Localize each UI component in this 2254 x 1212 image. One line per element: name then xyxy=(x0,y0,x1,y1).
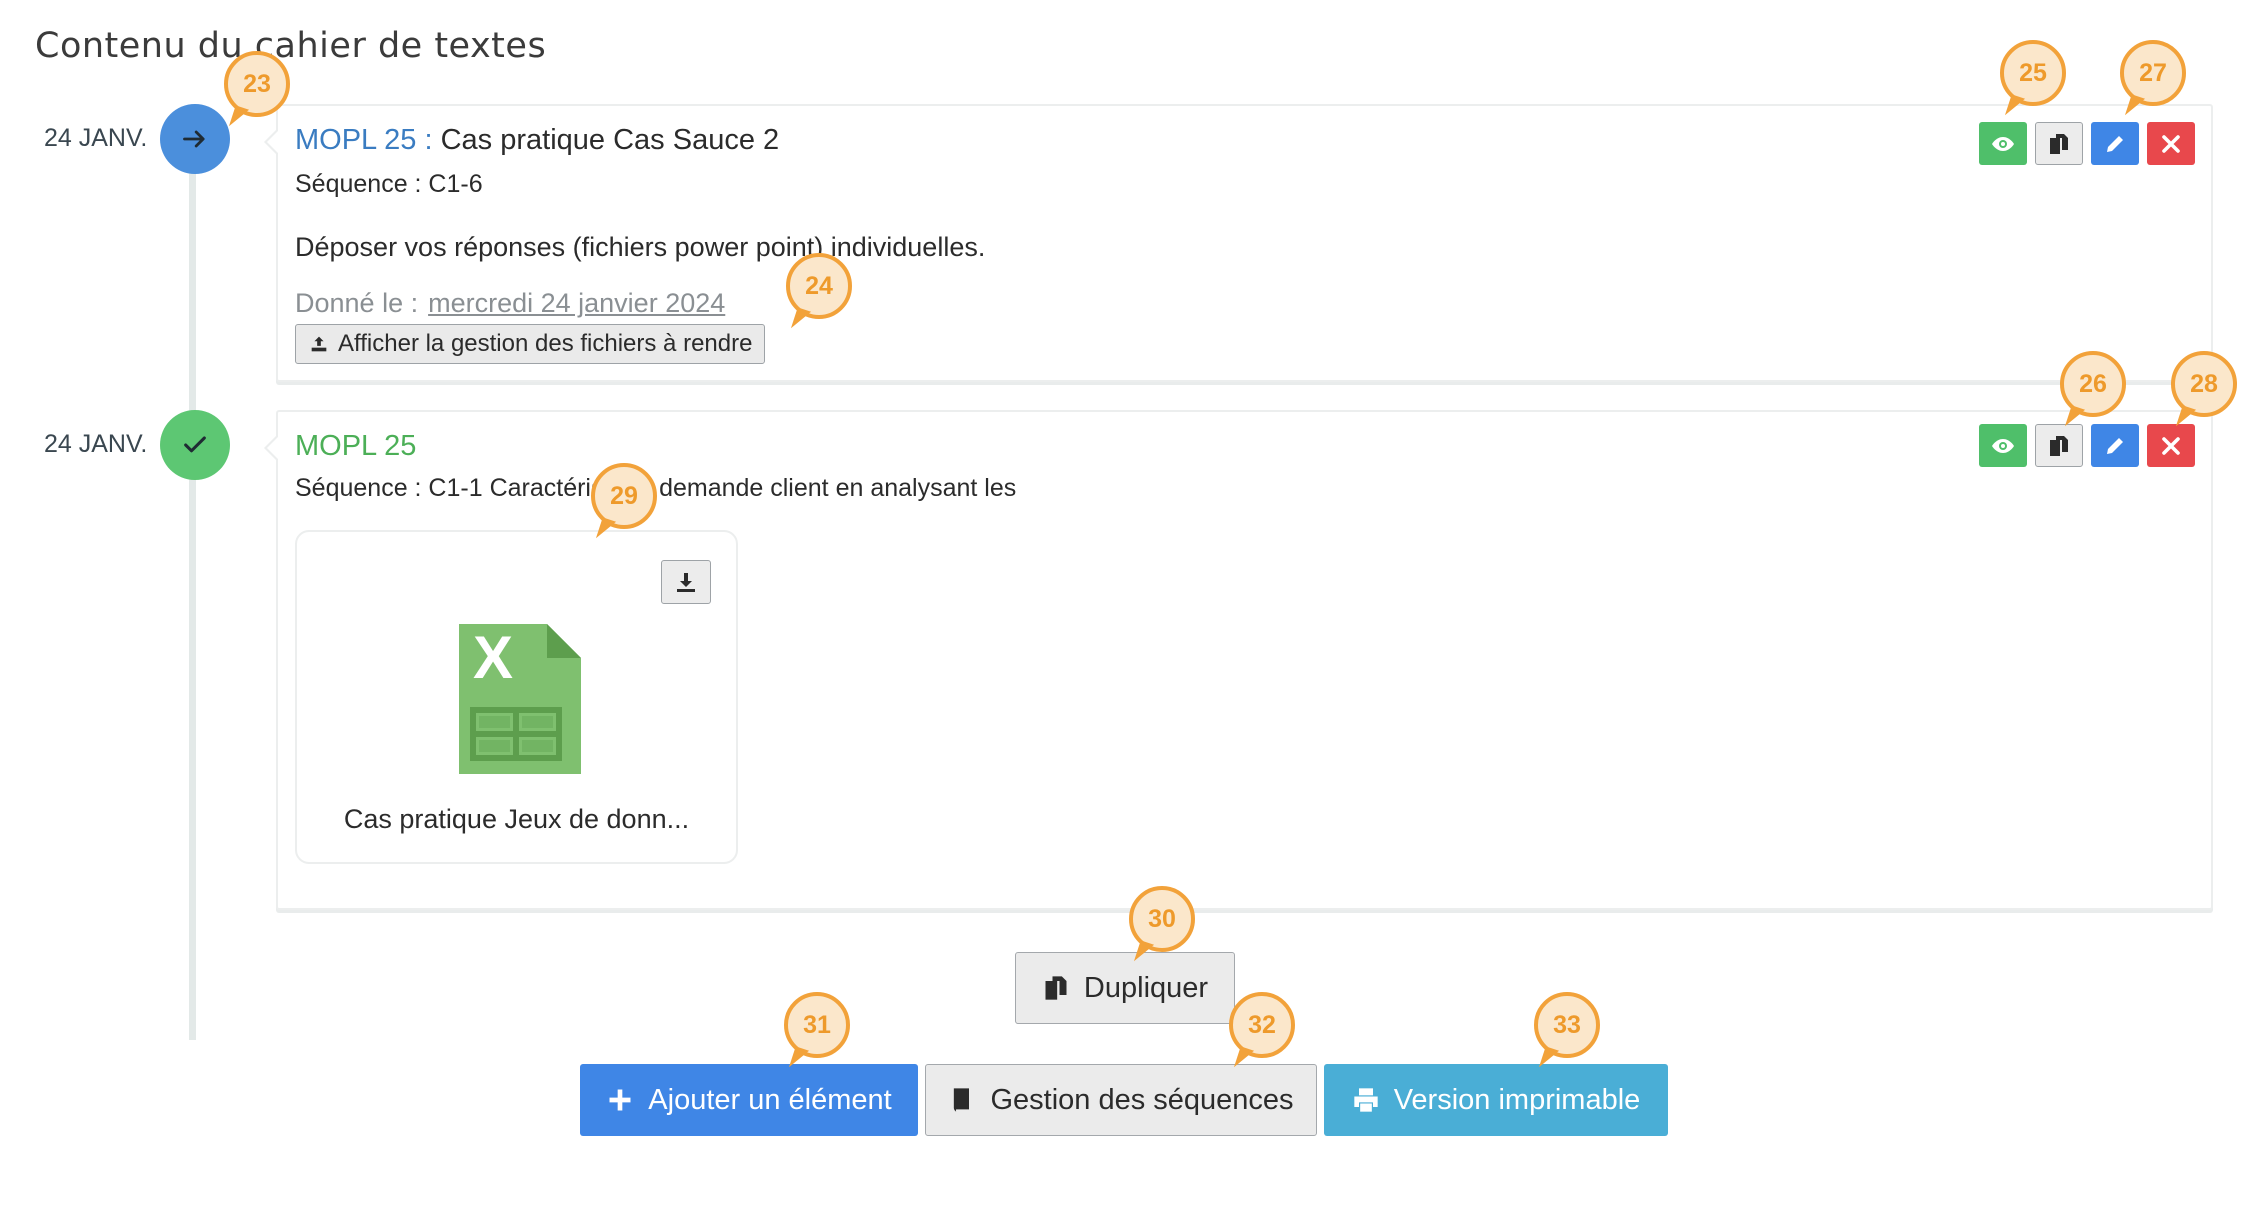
manage-sequences-label: Gestion des séquences xyxy=(990,1083,1294,1116)
edit-button[interactable] xyxy=(2091,424,2139,467)
callout-badge: 23 xyxy=(224,51,290,117)
duplicate-button[interactable] xyxy=(2035,122,2083,165)
given-date-link[interactable]: mercredi 24 janvier 2024 xyxy=(428,288,725,318)
close-icon xyxy=(2162,436,2180,455)
edit-button[interactable] xyxy=(2091,122,2139,165)
print-version-label: Version imprimable xyxy=(1393,1083,1641,1116)
svg-text:X: X xyxy=(473,624,513,691)
pencil-icon xyxy=(2107,437,2123,454)
copy-icon xyxy=(1045,976,1067,1000)
arrow-right-icon xyxy=(183,130,205,148)
page: Contenu du cahier de textes 24 JANV. MOP… xyxy=(0,0,2254,1212)
timeline-line xyxy=(189,120,196,1040)
download-button[interactable] xyxy=(661,560,711,604)
entry-date: 24 JANV. xyxy=(44,124,148,152)
show-files-label: Afficher la gestion des fichiers à rendr… xyxy=(338,330,753,357)
callout-badge: 26 xyxy=(2060,351,2126,417)
entry-sequence: Séquence : C1-6 xyxy=(295,170,483,198)
close-icon xyxy=(2162,134,2180,153)
callout-badge: 25 xyxy=(2000,40,2066,106)
entry-actions xyxy=(1979,122,2195,165)
callout-badge: 27 xyxy=(2120,40,2186,106)
callout-badge: 32 xyxy=(1229,992,1295,1058)
attachment-name: Cas pratique Jeux de donn... xyxy=(343,804,690,834)
entry-card: MOPL 25 Séquence : C1-1 Caractériser la … xyxy=(264,410,2213,910)
attachment-tile[interactable]: X Cas pratique Jeux de donn... xyxy=(295,530,738,864)
duplicate-all-label: Dupliquer xyxy=(1083,971,1209,1004)
upload-files-icon xyxy=(311,336,327,352)
delete-button[interactable] xyxy=(2147,122,2195,165)
callout-badge: 24 xyxy=(786,253,852,319)
check-icon xyxy=(184,436,206,453)
callout-badge: 30 xyxy=(1129,886,1195,952)
given-date: Donné le : mercredi 24 janvier 2024 xyxy=(295,288,725,319)
view-button[interactable] xyxy=(1979,122,2027,165)
copy-icon xyxy=(2050,133,2068,154)
view-button[interactable] xyxy=(1979,424,2027,467)
add-element-button[interactable]: Ajouter un élément xyxy=(580,1064,918,1136)
callout-badge: 29 xyxy=(591,463,657,529)
show-files-button[interactable]: Afficher la gestion des fichiers à rendr… xyxy=(295,324,766,364)
plus-icon xyxy=(609,1089,631,1111)
given-label: Donné le : xyxy=(295,288,419,318)
eye-icon xyxy=(1992,438,2014,453)
manage-sequences-button[interactable]: Gestion des séquences xyxy=(925,1064,1317,1136)
entry-title-text: Cas pratique Cas Sauce 2 xyxy=(440,124,780,156)
page-title: Contenu du cahier de textes xyxy=(35,26,547,66)
printer-icon xyxy=(1354,1088,1378,1112)
duplicate-button[interactable] xyxy=(2035,424,2083,467)
callout-badge: 33 xyxy=(1534,992,1600,1058)
print-version-button[interactable]: Version imprimable xyxy=(1324,1064,1668,1136)
book-icon xyxy=(954,1088,970,1112)
course-name: MOPL 25 xyxy=(295,430,417,462)
excel-file-icon: X xyxy=(459,624,581,774)
entry-actions xyxy=(1979,424,2195,467)
copy-icon xyxy=(2050,435,2068,456)
callout-badge: 28 xyxy=(2171,351,2237,417)
done-marker xyxy=(160,410,230,480)
in-progress-marker xyxy=(160,104,230,174)
pencil-icon xyxy=(2107,135,2123,152)
add-element-label: Ajouter un élément xyxy=(648,1083,892,1116)
eye-icon xyxy=(1992,136,2014,151)
entry-title: MOPL 25 xyxy=(295,430,416,463)
entry-description: Déposer vos réponses (fichiers power poi… xyxy=(295,232,986,262)
duplicate-all-button[interactable]: Dupliquer xyxy=(1015,952,1235,1024)
entry-title: MOPL 25 : Cas pratique Cas Sauce 2 xyxy=(295,124,779,157)
entry-card: MOPL 25 : Cas pratique Cas Sauce 2 Séque… xyxy=(264,104,2213,382)
callout-badge: 31 xyxy=(784,992,850,1058)
download-icon xyxy=(677,573,695,592)
course-name: MOPL 25 : xyxy=(295,124,433,156)
entry-date: 24 JANV. xyxy=(44,430,148,458)
